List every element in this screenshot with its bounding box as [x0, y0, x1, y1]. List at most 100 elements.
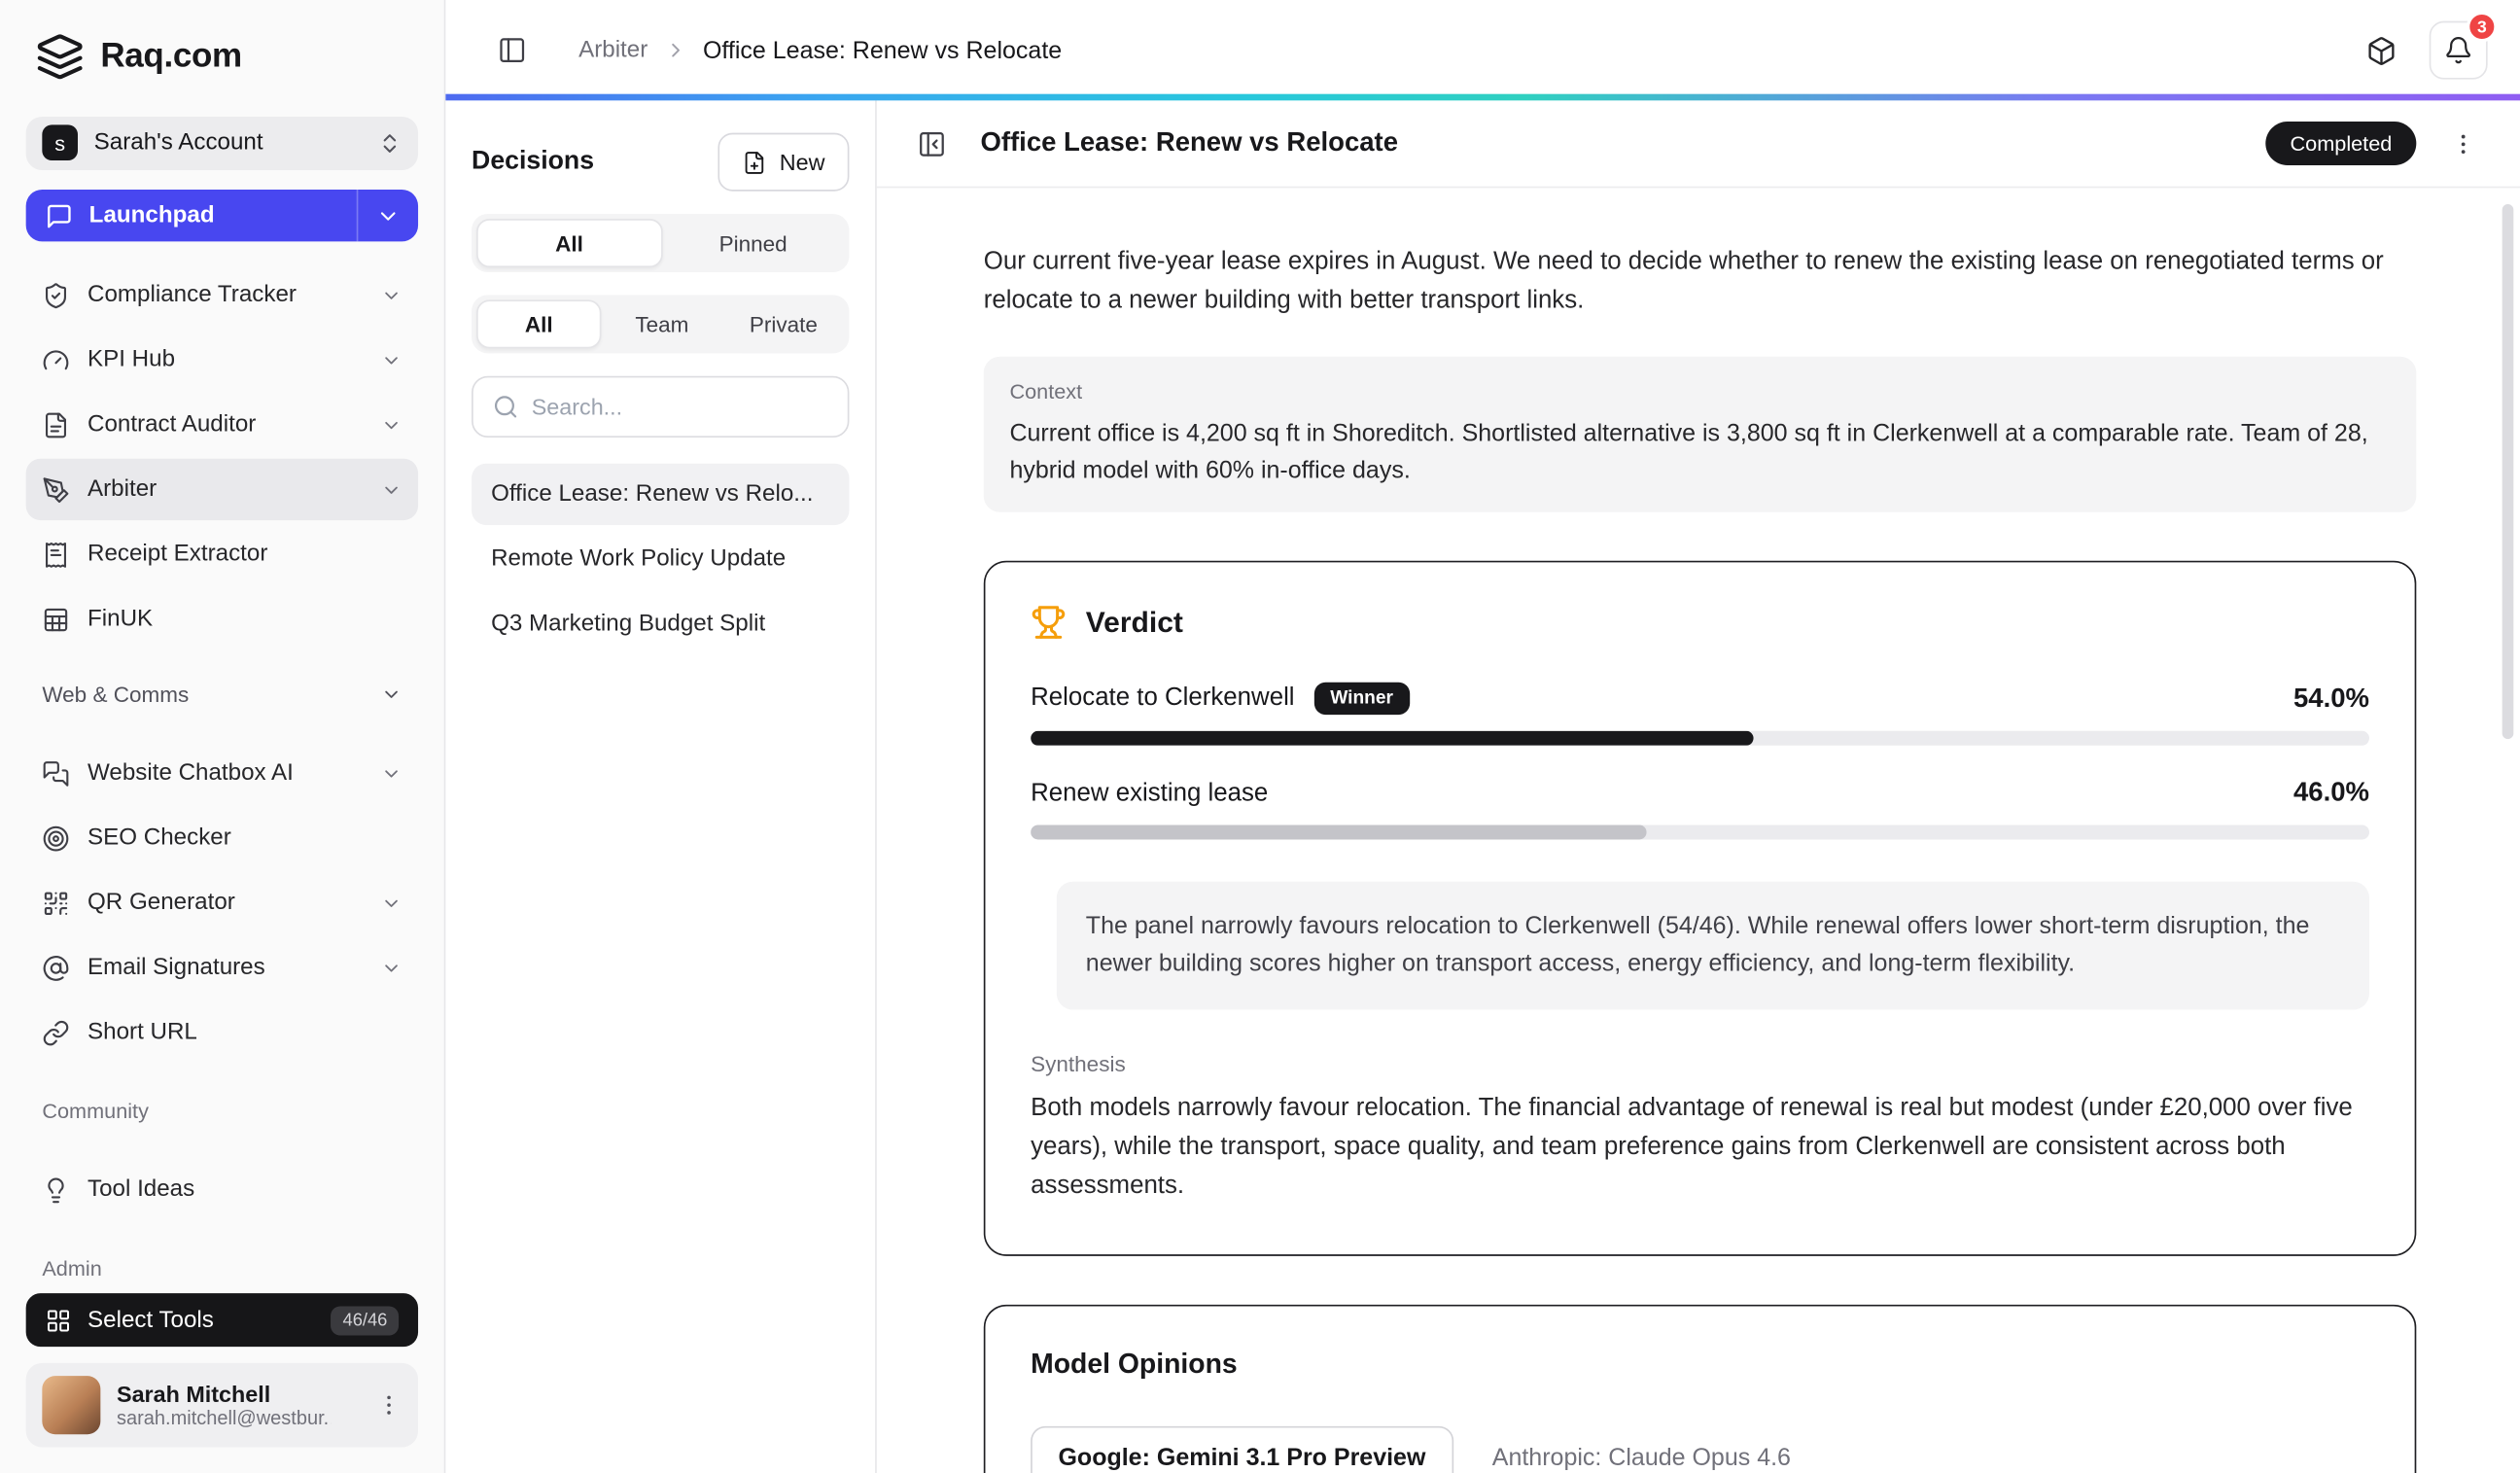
launchpad-button[interactable]: Launchpad	[26, 189, 418, 241]
document-scroll-area: Our current five-year lease expires in A…	[877, 188, 2520, 1473]
sidebar-item-short-url[interactable]: Short URL	[26, 1002, 418, 1064]
synthesis-text: Both models narrowly favour relocation. …	[1031, 1088, 2369, 1205]
list-item[interactable]: Office Lease: Renew vs Relo...	[472, 464, 849, 525]
sidebar-toggle-button[interactable]	[484, 22, 540, 78]
model-tabs: Google: Gemini 3.1 Pro Preview Anthropic…	[1031, 1425, 2369, 1473]
scrollbar[interactable]	[2502, 204, 2514, 739]
new-decision-button[interactable]: New	[718, 133, 849, 192]
progress-fill	[1031, 731, 1753, 746]
tab-scope-all[interactable]: All	[476, 299, 601, 348]
tab-model-claude[interactable]: Anthropic: Claude Opus 4.6	[1486, 1427, 1798, 1473]
status-badge: Completed	[2266, 122, 2417, 165]
logo[interactable]: Raq.com	[26, 32, 418, 81]
account-switcher[interactable]: s Sarah's Account	[26, 117, 418, 169]
tools-count-badge: 46/46	[332, 1306, 399, 1335]
sidebar-item-website-chatbox-ai[interactable]: Website Chatbox AI	[26, 743, 418, 804]
sidebar-item-seo-checker[interactable]: SEO Checker	[26, 808, 418, 869]
decision-list: Office Lease: Renew vs Relo... Remote Wo…	[472, 464, 849, 655]
qr-code-icon	[42, 890, 69, 917]
decisions-panel: Decisions New All Pinned All Team Privat…	[445, 100, 876, 1473]
avatar	[42, 1376, 100, 1434]
sidebar-item-label: KPI Hub	[88, 347, 175, 373]
new-decision-label: New	[780, 149, 825, 175]
sidebar-item-label: FinUK	[88, 607, 153, 633]
progress-track	[1031, 731, 2369, 746]
progress-fill	[1031, 824, 1646, 839]
main-column: Arbiter Office Lease: Renew vs Relocate …	[445, 0, 2520, 1473]
sidebar-item-finuk[interactable]: FinUK	[26, 589, 418, 650]
sidebar-item-label: Arbiter	[88, 477, 157, 504]
topbar-actions: 3	[2352, 21, 2488, 80]
sidebar-item-kpi-hub[interactable]: KPI Hub	[26, 330, 418, 391]
chevron-down-icon	[381, 414, 402, 436]
sidebar-item-qr-generator[interactable]: QR Generator	[26, 872, 418, 933]
chevron-down-icon	[381, 350, 402, 371]
chevron-down-icon	[381, 958, 402, 979]
tab-pinned[interactable]: Pinned	[662, 219, 845, 267]
context-box: Context Current office is 4,200 sq ft in…	[984, 357, 2417, 512]
list-item[interactable]: Remote Work Policy Update	[472, 528, 849, 589]
user-card[interactable]: Sarah Mitchell sarah.mitchell@westbur...	[26, 1363, 418, 1448]
tab-model-gemini[interactable]: Google: Gemini 3.1 Pro Preview	[1031, 1425, 1453, 1473]
model-opinions-card: Model Opinions Google: Gemini 3.1 Pro Pr…	[984, 1304, 2417, 1473]
synthesis-label: Synthesis	[1031, 1051, 2369, 1075]
tab-all[interactable]: All	[476, 219, 662, 267]
context-text: Current office is 4,200 sq ft in Shoredi…	[1009, 416, 2390, 489]
chevron-down-icon	[381, 285, 402, 306]
file-plus-icon	[742, 150, 766, 174]
verdict-option-runner-up: Renew existing lease 46.0%	[1031, 778, 2369, 839]
decision-intro: Our current five-year lease expires in A…	[984, 243, 2417, 321]
list-item[interactable]: Q3 Marketing Budget Split	[472, 593, 849, 654]
sidebar-item-arbiter[interactable]: Arbiter	[26, 459, 418, 520]
shield-check-icon	[42, 282, 69, 309]
layers-logo-icon	[36, 32, 85, 81]
gauge-icon	[42, 346, 69, 373]
content-row: Decisions New All Pinned All Team Privat…	[445, 100, 2520, 1473]
trophy-icon	[1031, 605, 1067, 641]
sidebar-nav: Compliance Tracker KPI Hub Contract Audi…	[26, 264, 418, 650]
launchpad-expand-button[interactable]	[357, 189, 418, 241]
panel-collapse-button[interactable]	[906, 118, 958, 169]
sidebar-item-label: Website Chatbox AI	[88, 760, 294, 787]
verdict-option-winner: Relocate to Clerkenwell Winner 54.0%	[1031, 683, 2369, 746]
sidebar-nav-community: Tool Ideas	[26, 1159, 418, 1220]
app-window: Raq.com s Sarah's Account Launchpad	[0, 0, 2520, 1473]
sidebar-item-receipt-extractor[interactable]: Receipt Extractor	[26, 524, 418, 585]
select-tools-button[interactable]: Select Tools 46/46	[26, 1294, 418, 1347]
notifications-button[interactable]: 3	[2430, 21, 2488, 80]
model-opinions-title: Model Opinions	[1031, 1348, 2369, 1380]
breadcrumb-parent[interactable]: Arbiter	[578, 37, 648, 63]
sidebar-group-web-comms[interactable]: Web & Comms	[42, 683, 402, 707]
sidebar-item-tool-ideas[interactable]: Tool Ideas	[26, 1159, 418, 1220]
launchpad-label: Launchpad	[89, 202, 215, 228]
chevron-down-icon	[381, 479, 402, 501]
account-avatar: s	[42, 125, 78, 161]
sidebar-item-label: Email Signatures	[88, 955, 265, 981]
grid-icon	[46, 1308, 72, 1334]
user-menu-button[interactable]	[376, 1392, 402, 1419]
sidebar-item-label: Compliance Tracker	[88, 283, 297, 309]
table-icon	[42, 606, 69, 633]
document-header: Office Lease: Renew vs Relocate Complete…	[877, 100, 2520, 188]
user-name: Sarah Mitchell	[117, 1381, 331, 1407]
tab-scope-team[interactable]: Team	[601, 299, 722, 348]
sidebar: Raq.com s Sarah's Account Launchpad	[0, 0, 445, 1473]
more-options-button[interactable]	[2439, 120, 2488, 168]
search-input[interactable]	[532, 394, 828, 420]
lightbulb-icon	[42, 1176, 69, 1204]
option-name: Renew existing lease	[1031, 779, 1268, 808]
chevrons-up-down-icon	[377, 131, 402, 156]
progress-track	[1031, 824, 2369, 839]
tab-scope-private[interactable]: Private	[722, 299, 844, 348]
sidebar-item-email-signatures[interactable]: Email Signatures	[26, 937, 418, 999]
filter-tabs-scope: All Team Private	[472, 295, 849, 353]
option-percentage: 54.0%	[2293, 684, 2369, 715]
sidebar-item-compliance-tracker[interactable]: Compliance Tracker	[26, 264, 418, 326]
group-label-text: Web & Comms	[42, 683, 189, 707]
sidebar-item-contract-auditor[interactable]: Contract Auditor	[26, 395, 418, 456]
context-label: Context	[1009, 379, 2390, 403]
chevron-down-icon	[381, 893, 402, 914]
option-name: Relocate to Clerkenwell	[1031, 684, 1294, 713]
select-tools-label: Select Tools	[88, 1308, 214, 1334]
package-button[interactable]	[2352, 21, 2410, 80]
